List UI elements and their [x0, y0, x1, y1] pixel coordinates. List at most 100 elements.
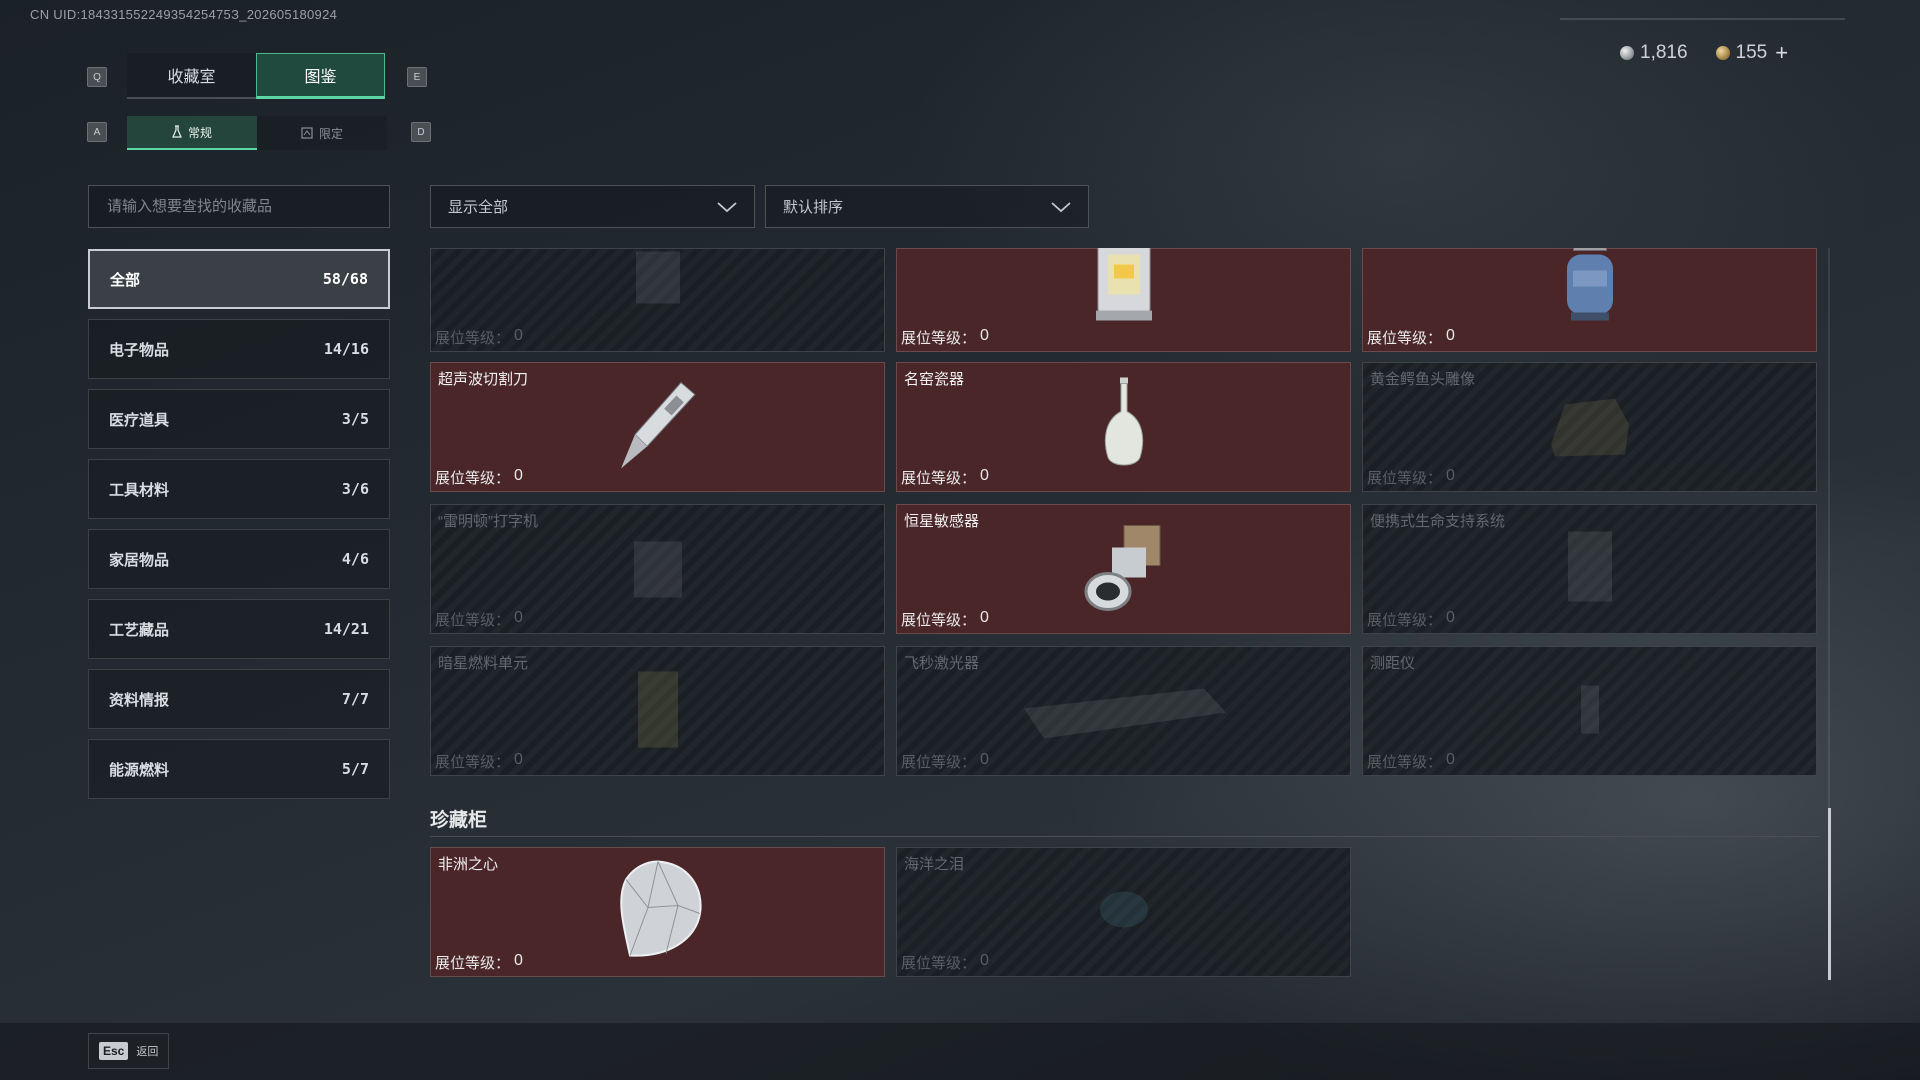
- collectible-card[interactable]: 飞秒激光器 展位等级： 0: [896, 646, 1351, 776]
- booth-level-label: 展位等级：: [1367, 754, 1443, 771]
- booth-level-label: 展位等级：: [435, 612, 511, 629]
- currency-gold: 155 +: [1715, 40, 1788, 66]
- booth-level-value: 0: [980, 751, 989, 768]
- limited-icon: [301, 127, 313, 139]
- sub-tabs: 常规 限定: [127, 116, 387, 150]
- category-electronics[interactable]: 电子物品 14/16: [88, 319, 390, 379]
- key-hint-a: A: [87, 122, 107, 142]
- subtab-limited[interactable]: 限定: [257, 116, 387, 150]
- tab-collection-room[interactable]: 收藏室: [127, 53, 256, 99]
- collectible-card[interactable]: 非洲之心展位等级： 0: [430, 847, 885, 977]
- back-button-label: 返回: [136, 1046, 159, 1058]
- category-label: 电子物品: [109, 341, 170, 359]
- crocodile-statue-icon: [1545, 385, 1635, 470]
- collectible-card[interactable]: 便携式生命支持系统 展位等级： 0: [1362, 504, 1817, 634]
- booth-level-value: 0: [514, 952, 523, 969]
- gas-canister-icon: [1559, 248, 1621, 329]
- star-sensor-icon: [1078, 518, 1170, 621]
- cutter-knife-icon: [613, 377, 703, 478]
- category-tools[interactable]: 工具材料 3/6: [88, 459, 390, 519]
- booth-level: 展位等级： 0: [435, 467, 523, 488]
- chevron-down-icon: [717, 201, 737, 212]
- tab-catalog[interactable]: 图鉴: [256, 53, 385, 99]
- life-support-icon: [1560, 522, 1620, 617]
- scrollbar-thumb[interactable]: [1828, 808, 1831, 980]
- category-energy[interactable]: 能源燃料 5/7: [88, 739, 390, 799]
- booth-level-value: 0: [514, 751, 523, 768]
- collectible-card[interactable]: 海洋之泪 展位等级： 0: [896, 847, 1351, 977]
- collectible-card[interactable]: 暗星燃料单元 展位等级： 0: [430, 646, 885, 776]
- silver-coin-icon: [1620, 46, 1634, 60]
- collectible-card[interactable]: 恒星敏感器展位等级： 0: [896, 504, 1351, 634]
- category-label: 全部: [110, 271, 141, 289]
- currency-gold-value: 155: [1735, 42, 1768, 63]
- category-all[interactable]: 全部 58/68: [88, 249, 390, 309]
- collectible-card[interactable]: 展位等级： 0: [896, 248, 1351, 352]
- collectible-name: 非洲之心: [438, 856, 499, 873]
- collectible-card[interactable]: 黄金鳄鱼头雕像 展位等级： 0: [1362, 362, 1817, 492]
- booth-level-value: 0: [1446, 751, 1455, 768]
- subtab-regular[interactable]: 常规: [127, 116, 257, 150]
- back-button[interactable]: Esc 返回: [88, 1033, 170, 1069]
- booth-level-value: 0: [1446, 609, 1455, 626]
- collectible-card[interactable]: 超声波切割刀展位等级： 0: [430, 362, 885, 492]
- booth-level-value: 0: [980, 952, 989, 969]
- category-label: 医疗道具: [109, 411, 170, 429]
- filter-dropdown[interactable]: 显示全部: [430, 185, 755, 228]
- collectible-name: 便携式生命支持系统: [1370, 513, 1506, 530]
- esc-key-hint: Esc: [99, 1042, 129, 1060]
- key-hint-d: D: [411, 122, 431, 142]
- collectible-card[interactable]: 名窑瓷器 展位等级： 0: [896, 362, 1351, 492]
- category-label: 工艺藏品: [109, 621, 170, 639]
- category-count: 4/6: [341, 550, 369, 568]
- category-count: 7/7: [341, 690, 369, 708]
- booth-level: 展位等级： 0: [901, 327, 989, 348]
- currency-bar: 1,816 155 +: [1620, 40, 1788, 66]
- booth-level-value: 0: [514, 327, 523, 344]
- booth-level: 展位等级： 0: [435, 952, 523, 973]
- category-count: 3/6: [341, 480, 369, 498]
- key-hint-e: E: [407, 67, 427, 87]
- booth-level-label: 展位等级：: [1367, 612, 1443, 629]
- collectible-card[interactable]: 展位等级： 0: [1362, 248, 1817, 352]
- fuel-cell-icon: [628, 664, 688, 759]
- category-count: 14/21: [323, 620, 369, 638]
- booth-level-value: 0: [980, 327, 989, 344]
- category-medical[interactable]: 医疗道具 3/5: [88, 389, 390, 449]
- collectible-name: 超声波切割刀: [438, 371, 529, 388]
- collectible-name: 测距仪: [1370, 655, 1416, 672]
- collectible-card[interactable]: 展位等级： 0: [430, 248, 885, 352]
- currency-silver-value: 1,816: [1640, 42, 1688, 63]
- search-input[interactable]: [105, 197, 373, 216]
- category-household[interactable]: 家居物品 4/6: [88, 529, 390, 589]
- subtab-regular-label: 常规: [187, 125, 212, 140]
- booth-level-label: 展位等级：: [901, 612, 977, 629]
- booth-level-label: 展位等级：: [901, 754, 977, 771]
- collectible-card[interactable]: “雷明顿”打字机 展位等级： 0: [430, 504, 885, 634]
- booth-level-label: 展位等级：: [435, 754, 511, 771]
- collectible-name: 暗星燃料单元: [438, 655, 529, 672]
- gold-coin-icon: [1715, 46, 1730, 60]
- category-crafts[interactable]: 工艺藏品 14/21: [88, 599, 390, 659]
- porcelain-vase-icon: [1098, 376, 1150, 479]
- collectible-name: “雷明顿”打字机: [438, 513, 538, 530]
- collectible-card[interactable]: 测距仪展位等级： 0: [1362, 646, 1817, 776]
- booth-level: 展位等级： 0: [435, 609, 523, 630]
- booth-level: 展位等级： 0: [901, 751, 989, 772]
- booth-level: 展位等级： 0: [901, 952, 989, 973]
- section-divider: [430, 836, 1820, 837]
- item-grid: 展位等级： 0 展位等级： 0 展位等级： 0 超声波切割刀 展位等级： 0 名窑瓷器 展位等级： 0…: [430, 248, 1820, 980]
- add-currency-button[interactable]: +: [1775, 40, 1788, 66]
- category-intel[interactable]: 资料情报 7/7: [88, 669, 390, 729]
- booth-level: 展位等级： 0: [435, 327, 523, 348]
- booth-level-value: 0: [1446, 327, 1455, 344]
- filter-dropdown-value: 显示全部: [448, 199, 509, 216]
- booth-level-label: 展位等级：: [435, 330, 511, 347]
- category-label: 资料情报: [109, 691, 170, 709]
- sort-dropdown[interactable]: 默认排序: [765, 185, 1089, 228]
- booth-level: 展位等级： 0: [901, 609, 989, 630]
- category-label: 能源燃料: [109, 761, 170, 779]
- booth-level-value: 0: [980, 609, 989, 626]
- collectible-name: 恒星敏感器: [904, 513, 980, 530]
- booth-level-value: 0: [514, 609, 523, 626]
